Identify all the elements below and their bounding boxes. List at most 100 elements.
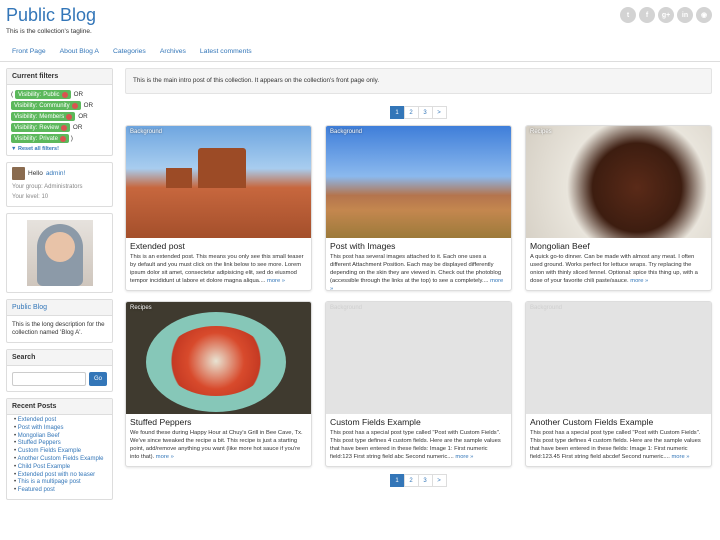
recent-post-link[interactable]: Post with Images <box>14 425 107 433</box>
recent-post-link[interactable]: Extended post <box>14 417 107 425</box>
post-title[interactable]: Extended post <box>126 238 311 251</box>
read-more-link[interactable]: more » <box>455 454 473 460</box>
filter-label: Visibility: <box>14 102 38 109</box>
search-heading: Search <box>7 350 112 366</box>
googleplus-icon[interactable]: g+ <box>658 7 674 23</box>
blog-info-title[interactable]: Public Blog <box>12 304 47 311</box>
page-2[interactable]: 2 <box>403 106 419 119</box>
facebook-icon[interactable]: f <box>639 7 655 23</box>
twitter-icon[interactable]: t <box>620 7 636 23</box>
recent-post-link[interactable]: Extended post with no teaser <box>14 472 107 480</box>
reset-filters-label: Reset all filters! <box>17 146 59 152</box>
post-image[interactable]: Background <box>326 126 511 238</box>
pagination-top: 1 2 3 > <box>125 106 712 119</box>
search-input[interactable] <box>12 372 86 386</box>
blog-info-heading: Public Blog <box>7 300 112 316</box>
post-card[interactable]: Background Custom Fields Example This po… <box>325 301 512 467</box>
post-image[interactable]: Recipes <box>526 126 711 238</box>
filter-or: OR <box>78 113 88 120</box>
user-level: Your level: 10 <box>12 194 49 200</box>
post-card[interactable]: Background Post with Images This post ha… <box>325 125 512 291</box>
intro-post: This is the main intro post of this coll… <box>125 68 712 94</box>
user-name-link[interactable]: admin! <box>46 170 66 177</box>
remove-filter-icon[interactable] <box>66 113 73 120</box>
filter-tag-private[interactable]: Visibility: Private <box>11 134 69 143</box>
filter-or: OR <box>83 102 94 109</box>
filter-label: Visibility: <box>17 91 42 98</box>
post-title[interactable]: Post with Images <box>326 238 511 251</box>
filter-close-paren: ) <box>70 135 73 142</box>
page-next[interactable]: > <box>431 106 447 119</box>
post-image[interactable]: Recipes <box>126 302 311 414</box>
post-title[interactable]: Stuffed Peppers <box>126 414 311 427</box>
reset-filters-link[interactable]: ▼ Reset all filters! <box>11 146 108 152</box>
filter-value: Private <box>39 135 58 142</box>
post-title[interactable]: Another Custom Fields Example <box>526 414 711 427</box>
post-category[interactable]: Recipes <box>130 305 152 311</box>
recent-posts-panel: Recent Posts Extended post Post with Ima… <box>6 398 113 500</box>
filter-tag-community[interactable]: Visibility: Community <box>11 101 81 110</box>
page-3[interactable]: 3 <box>417 474 433 487</box>
filter-value: Public <box>43 91 60 98</box>
search-panel: Search Go <box>6 349 113 392</box>
search-button[interactable]: Go <box>88 372 107 386</box>
github-icon[interactable]: ◉ <box>696 7 712 23</box>
user-panel: Hello admin! Your group: Administrators … <box>6 162 113 207</box>
recent-post-link[interactable]: Child Post Example <box>14 464 107 472</box>
nav-categories[interactable]: Categories <box>106 42 153 61</box>
page-1[interactable]: 1 <box>389 474 405 487</box>
filter-value: Members <box>39 113 65 120</box>
profile-photo <box>26 220 93 286</box>
filters-heading: Current filters <box>7 69 112 85</box>
nav-archives[interactable]: Archives <box>153 42 193 61</box>
sidebar: Current filters ( Visibility: Public OR … <box>6 68 113 506</box>
post-title[interactable]: Mongolian Beef <box>526 238 711 251</box>
linkedin-icon[interactable]: in <box>677 7 693 23</box>
post-category[interactable]: Background <box>530 305 562 311</box>
remove-filter-icon[interactable] <box>59 135 66 142</box>
recent-post-link[interactable]: Featured post <box>14 487 107 495</box>
nav-about[interactable]: About Blog A <box>53 42 106 61</box>
main-nav: Front Page About Blog A Categories Archi… <box>0 42 720 62</box>
filter-tag-review[interactable]: Visibility: Review <box>11 123 70 132</box>
read-more-link[interactable]: more » <box>630 278 648 284</box>
post-category[interactable]: Background <box>330 129 362 135</box>
recent-post-link[interactable]: This is a multipage post <box>14 479 107 487</box>
read-more-link[interactable]: more » <box>671 454 689 460</box>
post-title[interactable]: Custom Fields Example <box>326 414 511 427</box>
filter-tag-public[interactable]: Visibility: Public <box>14 90 71 99</box>
recent-post-link[interactable]: Mongolian Beef <box>14 433 107 441</box>
post-category[interactable]: Recipes <box>530 129 552 135</box>
read-more-link[interactable]: more » <box>267 278 285 284</box>
post-card[interactable]: Recipes Mongolian Beef A quick go-to din… <box>525 125 712 291</box>
filter-or: OR <box>72 124 83 131</box>
page-next[interactable]: > <box>431 474 447 487</box>
post-card[interactable]: Recipes Stuffed Peppers We found these d… <box>125 301 312 467</box>
post-card[interactable]: Background Another Custom Fields Example… <box>525 301 712 467</box>
remove-filter-icon[interactable] <box>71 102 78 109</box>
post-image[interactable]: Background <box>326 302 511 414</box>
remove-filter-icon[interactable] <box>61 91 68 98</box>
recent-post-link[interactable]: Another Custom Fields Example <box>14 456 107 464</box>
filter-tag-members[interactable]: Visibility: Members <box>11 112 76 121</box>
page-1[interactable]: 1 <box>389 106 405 119</box>
post-excerpt: A quick go-to dinner. Can be made with a… <box>530 254 698 284</box>
remove-filter-icon[interactable] <box>60 124 67 131</box>
post-category[interactable]: Background <box>130 129 162 135</box>
page-3[interactable]: 3 <box>417 106 433 119</box>
nav-front-page[interactable]: Front Page <box>5 42 53 61</box>
nav-latest-comments[interactable]: Latest comments <box>193 42 259 61</box>
post-card[interactable]: Background Extended post This is an exte… <box>125 125 312 291</box>
read-more-link[interactable]: more » <box>156 454 174 460</box>
filter-funnel-icon: ▼ <box>11 146 17 152</box>
recent-post-link[interactable]: Custom Fields Example <box>14 448 107 456</box>
post-image[interactable]: Background <box>526 302 711 414</box>
social-links: t f g+ in ◉ <box>620 7 712 23</box>
post-image[interactable]: Background <box>126 126 311 238</box>
page-2[interactable]: 2 <box>403 474 419 487</box>
pagination-bottom: 1 2 3 > <box>125 474 712 487</box>
recent-post-link[interactable]: Stuffed Peppers <box>14 440 107 448</box>
site-title[interactable]: Public Blog <box>6 5 96 26</box>
post-category[interactable]: Background <box>330 305 362 311</box>
blog-info-description: This is the long description for the col… <box>12 321 105 336</box>
